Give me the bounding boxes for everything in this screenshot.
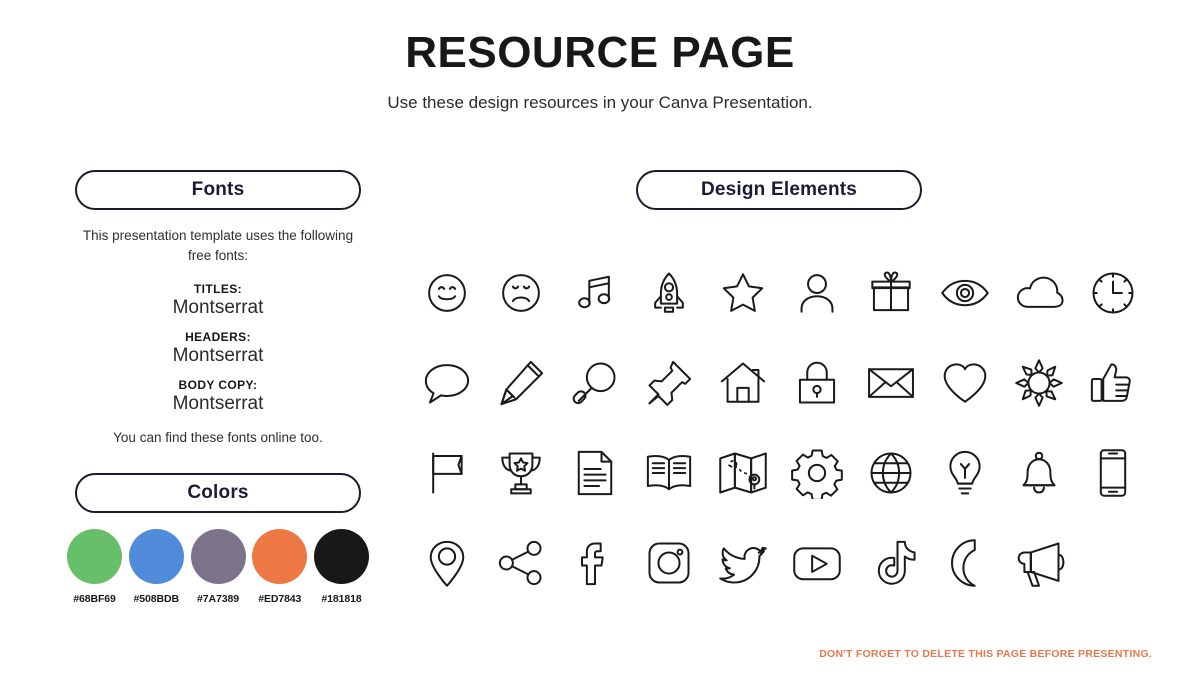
trophy-icon[interactable] (489, 441, 553, 505)
heart-icon[interactable] (933, 351, 997, 415)
fonts-pill-label: Fonts (191, 179, 245, 200)
color-swatch-dot (190, 529, 246, 584)
page-subtitle: Use these design resources in your Canva… (387, 93, 813, 112)
color-swatch-label: #508BDB (133, 593, 180, 605)
fonts-intro-text: This presentation template uses the foll… (82, 228, 354, 263)
eye-icon[interactable] (933, 261, 997, 325)
color-swatch: #ED7843 (251, 529, 308, 605)
smartphone-icon[interactable] (1081, 441, 1145, 505)
color-swatch-dot (314, 529, 369, 584)
smiley-face-icon[interactable] (415, 261, 479, 325)
open-book-icon[interactable] (637, 441, 701, 505)
page-title: RESOURCE PAGE (405, 28, 795, 77)
fonts-outro-text: You can find these fonts online too. (113, 430, 323, 445)
color-swatch-label: #7A7389 (197, 593, 239, 605)
youtube-icon[interactable] (785, 531, 849, 595)
design-elements-section-header: Design Elements (636, 170, 922, 210)
thumbs-up-icon[interactable] (1081, 351, 1145, 415)
rocket-icon[interactable] (637, 261, 701, 325)
tiktok-icon[interactable] (859, 531, 923, 595)
lock-icon[interactable] (785, 351, 849, 415)
gear-icon[interactable] (785, 441, 849, 505)
font-name-value: Montserrat (172, 393, 264, 414)
lightbulb-icon[interactable] (933, 441, 997, 505)
pushpin-icon[interactable] (637, 351, 701, 415)
font-entry: BODY COPY: Montserrat (75, 378, 361, 415)
delete-page-reminder: DON'T FORGET TO DELETE THIS PAGE BEFORE … (819, 648, 1152, 660)
color-swatch: #181818 (313, 529, 370, 605)
font-entry: HEADERS: Montserrat (75, 330, 361, 367)
speech-bubble-icon[interactable] (415, 351, 479, 415)
twitter-icon[interactable] (711, 531, 775, 595)
font-role-label: HEADERS: (185, 330, 251, 344)
color-swatch: #508BDB (128, 529, 185, 605)
color-swatch-list: #68BF69 #508BDB #7A7389 #ED7843 #181818 (66, 529, 370, 605)
font-entry: TITLES: Montserrat (75, 282, 361, 319)
location-pin-icon[interactable] (415, 531, 479, 595)
color-swatch-dot (67, 529, 122, 584)
instagram-icon[interactable] (637, 531, 701, 595)
pencil-icon[interactable] (489, 351, 553, 415)
font-role-label: TITLES: (193, 282, 243, 296)
colors-section-header: Colors (75, 473, 361, 513)
clock-icon[interactable] (1081, 261, 1145, 325)
sun-icon[interactable] (1007, 351, 1071, 415)
font-role-label: BODY COPY: (178, 378, 258, 392)
color-swatch: #7A7389 (190, 529, 247, 605)
house-icon[interactable] (711, 351, 775, 415)
design-elements-grid (410, 248, 1150, 608)
color-swatch-dot (128, 529, 184, 584)
color-swatch: #68BF69 (66, 529, 123, 605)
document-icon[interactable] (563, 441, 627, 505)
facebook-icon[interactable] (563, 531, 627, 595)
resource-page: RESOURCE PAGE Use these design resources… (0, 0, 1200, 675)
moon-icon[interactable] (933, 531, 997, 595)
person-icon[interactable] (785, 261, 849, 325)
flag-icon[interactable] (415, 441, 479, 505)
color-swatch-label: #68BF69 (73, 593, 116, 605)
gift-icon[interactable] (859, 261, 923, 325)
design-pill-label: Design Elements (700, 179, 858, 200)
color-swatch-label: #181818 (321, 593, 362, 605)
share-icon[interactable] (489, 531, 553, 595)
font-name-value: Montserrat (172, 297, 264, 318)
color-swatch-dot (252, 529, 308, 584)
sad-face-icon[interactable] (489, 261, 553, 325)
bell-icon[interactable] (1007, 441, 1071, 505)
magnifying-glass-icon[interactable] (563, 351, 627, 415)
megaphone-icon[interactable] (1007, 531, 1071, 595)
font-name-value: Montserrat (172, 345, 264, 366)
music-note-icon[interactable] (563, 261, 627, 325)
map-icon[interactable] (711, 441, 775, 505)
color-swatch-label: #ED7843 (258, 593, 302, 605)
envelope-icon[interactable] (859, 351, 923, 415)
colors-pill-label: Colors (187, 482, 249, 503)
globe-icon[interactable] (859, 441, 923, 505)
fonts-section-header: Fonts (75, 170, 361, 210)
cloud-icon[interactable] (1007, 261, 1071, 325)
star-icon[interactable] (711, 261, 775, 325)
